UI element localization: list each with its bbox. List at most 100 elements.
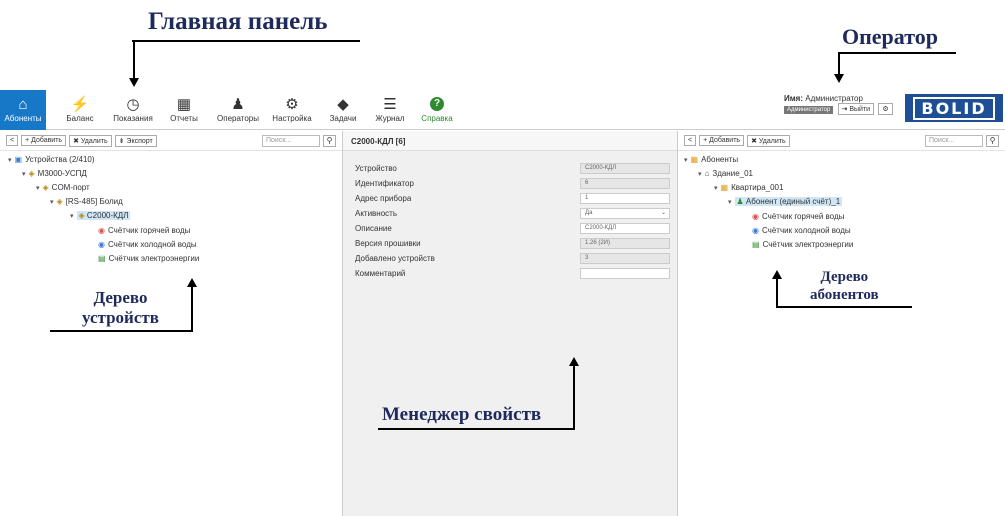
add-button[interactable]: + Добавить: [21, 135, 67, 146]
annotation-subscriber-tree: Дерево абонентов: [810, 268, 879, 304]
description-input[interactable]: С2000-КДЛ: [580, 222, 670, 234]
prop-row: Устройство С2000-КДЛ: [355, 161, 670, 175]
export-button[interactable]: ⇟ Экспорт: [114, 134, 157, 147]
nav-label: Журнал: [375, 114, 405, 123]
calendar-icon: ▦: [176, 96, 192, 113]
delete-button[interactable]: ✖ Удалить: [69, 134, 112, 147]
nav-label: Операторы: [217, 114, 259, 123]
tree-node-uspd[interactable]: ▾ ◈ М3000-УСПД: [22, 169, 87, 178]
logout-button[interactable]: ⇥ Выйти: [837, 103, 875, 115]
toggle-icon: ▾: [22, 170, 26, 178]
monitor-icon: ▣: [14, 155, 23, 164]
prop-row: Описание С2000-КДЛ: [355, 221, 670, 235]
nav-subscribers[interactable]: ⌂ Абоненты: [0, 90, 46, 130]
nav-reports[interactable]: ▦ Отчеты: [166, 90, 202, 130]
nav-help[interactable]: ? Справка: [416, 90, 458, 130]
nav-journal[interactable]: ☰ Журнал: [370, 90, 410, 130]
prop-value: 6: [580, 177, 670, 189]
prop-label: Устройство: [355, 163, 397, 173]
annotation-property-manager: Менеджер свойств: [382, 404, 542, 425]
prop-row: Добавлено устройств 3: [355, 251, 670, 265]
logout-label: Выйти: [849, 106, 871, 113]
folder-icon: ▦: [690, 155, 699, 164]
hot-water-meter-icon: ◉: [98, 226, 105, 235]
prop-label: Версия прошивки: [355, 238, 421, 248]
nav-label: Абоненты: [4, 114, 42, 123]
prop-label: Адрес прибора: [355, 193, 412, 203]
nav-balance[interactable]: ⚡ Баланс: [62, 90, 98, 130]
annotation-main-panel: Главная панель: [148, 8, 328, 35]
search-input[interactable]: Поиск...: [925, 134, 983, 147]
subscriber-tree-toolbar: < + Добавить ✖ Удалить Поиск... ⚲: [678, 131, 1005, 151]
node-label-selected: ♟ Абонент (единый счёт)_1: [734, 197, 843, 206]
annotation-underline: [50, 330, 192, 332]
annotation-device-tree: Дерево устройств: [82, 288, 159, 328]
collapse-button[interactable]: <: [6, 135, 19, 146]
address-input[interactable]: 1: [580, 192, 670, 204]
nav-label: Настройка: [272, 114, 312, 123]
tree-node-devices[interactable]: ▾ ▣ Устройства (2/410): [8, 155, 95, 164]
collapse-button[interactable]: <: [684, 135, 697, 146]
gear-icon: ⚙: [285, 96, 299, 113]
select-value: Да: [585, 209, 593, 216]
delete-button[interactable]: ✖ Удалить: [747, 134, 790, 147]
operator-settings-button[interactable]: ⚙: [878, 103, 893, 115]
nav-operators[interactable]: ♟ Операторы: [213, 90, 263, 130]
operator-name-value: Администратор: [805, 94, 863, 103]
comment-input[interactable]: [580, 267, 670, 279]
prop-row: Версия прошивки 1.26 (2И): [355, 236, 670, 250]
search-input[interactable]: Поиск...: [262, 134, 320, 147]
hot-water-meter-icon: ◉: [752, 212, 759, 221]
lightning-icon: ⚡: [70, 96, 90, 113]
tree-node-cold-water[interactable]: ◉ Счётчик холодной воды: [752, 226, 851, 235]
cold-water-meter-icon: ◉: [98, 240, 105, 249]
toggle-icon: ▾: [714, 184, 718, 192]
port-icon: ◈: [42, 183, 49, 192]
tree-node-subscribers[interactable]: ▾ ▦ Абоненты: [684, 155, 738, 164]
node-label: Здание_01: [712, 169, 753, 178]
tree-node-subscriber[interactable]: ▾ ♟ Абонент (единый счёт)_1: [728, 197, 843, 206]
tree-node-cold-water[interactable]: ◉ Счётчик холодной воды: [98, 240, 197, 249]
logo-text: BOLID: [913, 96, 995, 120]
tree-node-hot-water[interactable]: ◉ Счётчик горячей воды: [752, 212, 844, 221]
tree-node-com[interactable]: ▾ ◈ COM-порт: [36, 183, 90, 192]
property-title: С2000-КДЛ [6]: [343, 131, 677, 151]
node-label: Счётчик электроэнергии: [762, 240, 854, 249]
nav-tasks[interactable]: ◆ Задачи: [326, 90, 360, 130]
prop-label: Активность: [355, 208, 398, 218]
node-label: М3000-УСПД: [37, 169, 87, 178]
nav-readings[interactable]: ◷ Показания: [108, 90, 158, 130]
building-icon: ⌂: [704, 169, 710, 178]
annotation-underline: [776, 306, 912, 308]
node-label-selected: ◈ С2000-КДЛ: [76, 211, 131, 220]
search-icon[interactable]: ⚲: [323, 134, 336, 147]
tree-node-hot-water[interactable]: ◉ Счётчик горячей воды: [98, 226, 190, 235]
controller-icon: ◈: [78, 211, 85, 220]
prop-value: С2000-КДЛ: [580, 162, 670, 174]
tree-node-electricity[interactable]: ▤ Счётчик электроэнергии: [752, 240, 853, 249]
annotation-arrow-head: [187, 278, 197, 287]
activity-select[interactable]: Да ⌄: [580, 207, 670, 219]
tree-node-rs485[interactable]: ▾ ◈ [RS-485] Болид: [50, 197, 123, 206]
tree-node-electricity[interactable]: ▤ Счётчик электроэнергии: [98, 254, 199, 263]
add-button[interactable]: + Добавить: [699, 135, 745, 146]
node-label: Абонент (единый счёт)_1: [745, 197, 841, 206]
tree-node-building[interactable]: ▾ ⌂ Здание_01: [698, 169, 753, 178]
annotation-underline: [378, 428, 574, 430]
electricity-meter-icon: ▤: [752, 240, 760, 249]
electricity-meter-icon: ▤: [98, 254, 106, 263]
tree-node-kdl[interactable]: ▾ ◈ С2000-КДЛ: [70, 211, 131, 220]
toggle-icon: ▾: [50, 198, 54, 206]
annotation-arrow-head: [569, 357, 579, 366]
tags-icon: ◆: [337, 96, 349, 113]
nav-settings[interactable]: ⚙ Настройка: [268, 90, 316, 130]
annotation-arrow-line: [776, 278, 778, 308]
tree-node-flat[interactable]: ▾ ▦ Квартира_001: [714, 183, 783, 192]
prop-row: Адрес прибора 1: [355, 191, 670, 205]
prop-label: Комментарий: [355, 268, 406, 278]
prop-row: Идентификатор 6: [355, 176, 670, 190]
node-label: Счётчик электроэнергии: [108, 254, 200, 263]
search-icon[interactable]: ⚲: [986, 134, 999, 147]
node-label: Счётчик холодной воды: [761, 226, 851, 235]
operator-name: Имя: Администратор: [784, 94, 893, 103]
